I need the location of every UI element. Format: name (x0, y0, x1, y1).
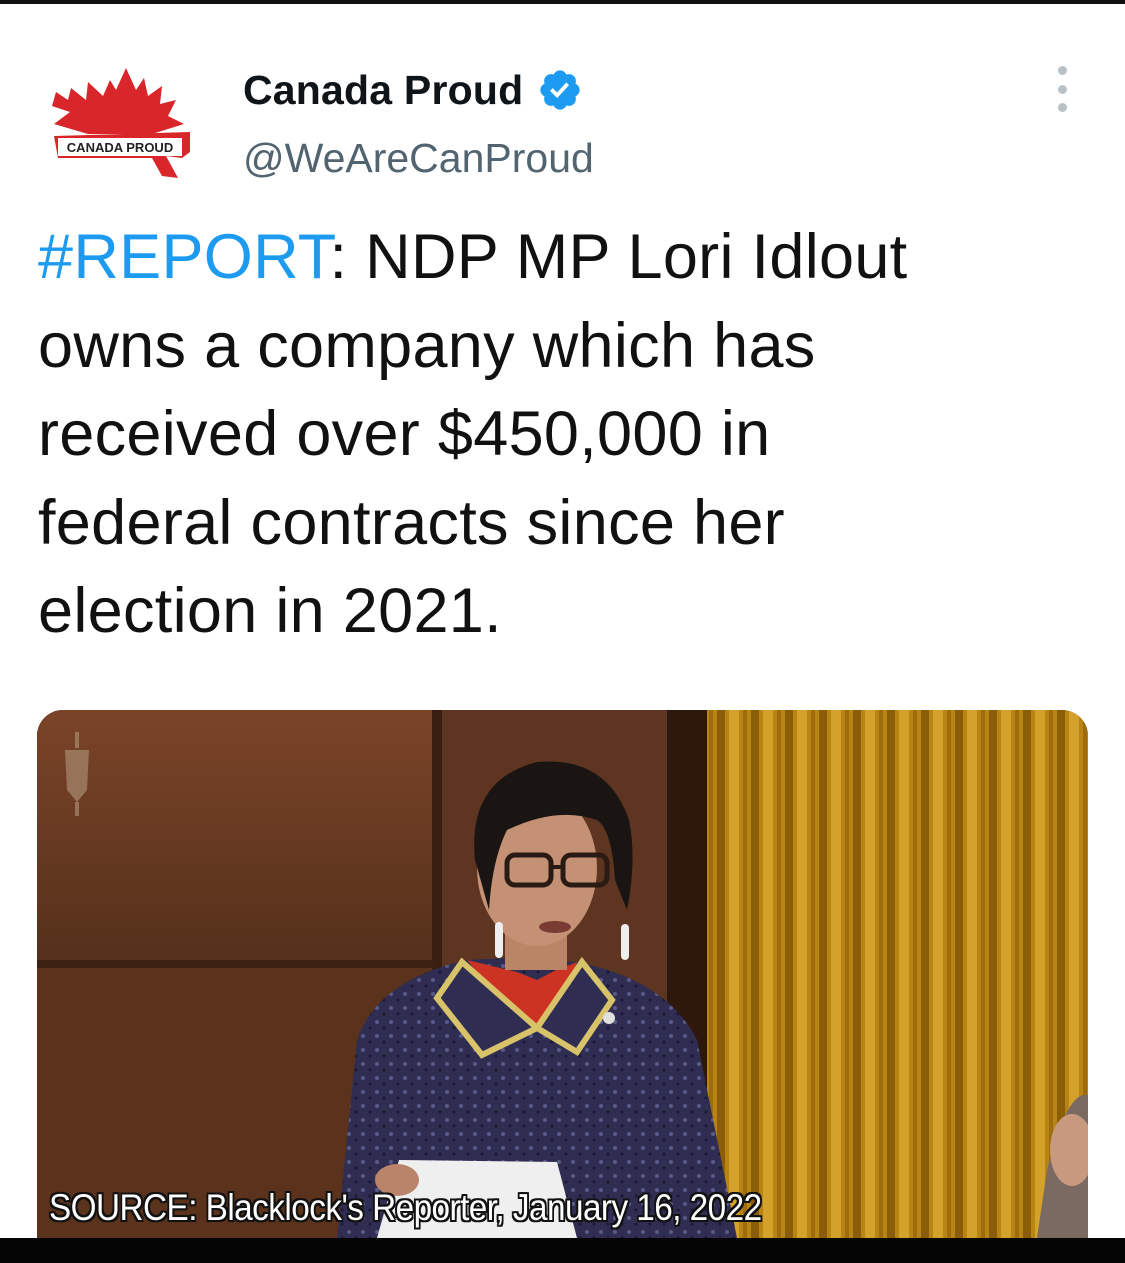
more-dot (1057, 84, 1067, 94)
avatar[interactable]: CANADA PROUD (48, 60, 198, 180)
hashtag-link[interactable]: #REPORT (38, 222, 330, 292)
media-caption: SOURCE: Blacklock's Reporter, January 16… (49, 1187, 762, 1228)
more-dot (1057, 66, 1067, 75)
top-divider (0, 0, 1125, 4)
verified-badge-icon (540, 70, 580, 110)
author-name-row: Canada Proud (243, 64, 583, 116)
bottom-bar (0, 1238, 1125, 1263)
avatar-label: CANADA PROUD (67, 140, 173, 155)
media-photo (37, 710, 1088, 1238)
tweet-text: #REPORT: NDP MP Lori Idlout owns a compa… (38, 213, 1088, 656)
author-display-name[interactable]: Canada Proud (243, 64, 523, 116)
maple-leaf-icon: CANADA PROUD (52, 68, 190, 178)
more-dot (1057, 103, 1067, 112)
author-handle[interactable]: @WeAreCanProud (243, 132, 594, 184)
tweet-media[interactable]: SOURCE: Blacklock's Reporter, January 16… (37, 710, 1088, 1238)
more-options-icon[interactable] (1040, 66, 1084, 112)
